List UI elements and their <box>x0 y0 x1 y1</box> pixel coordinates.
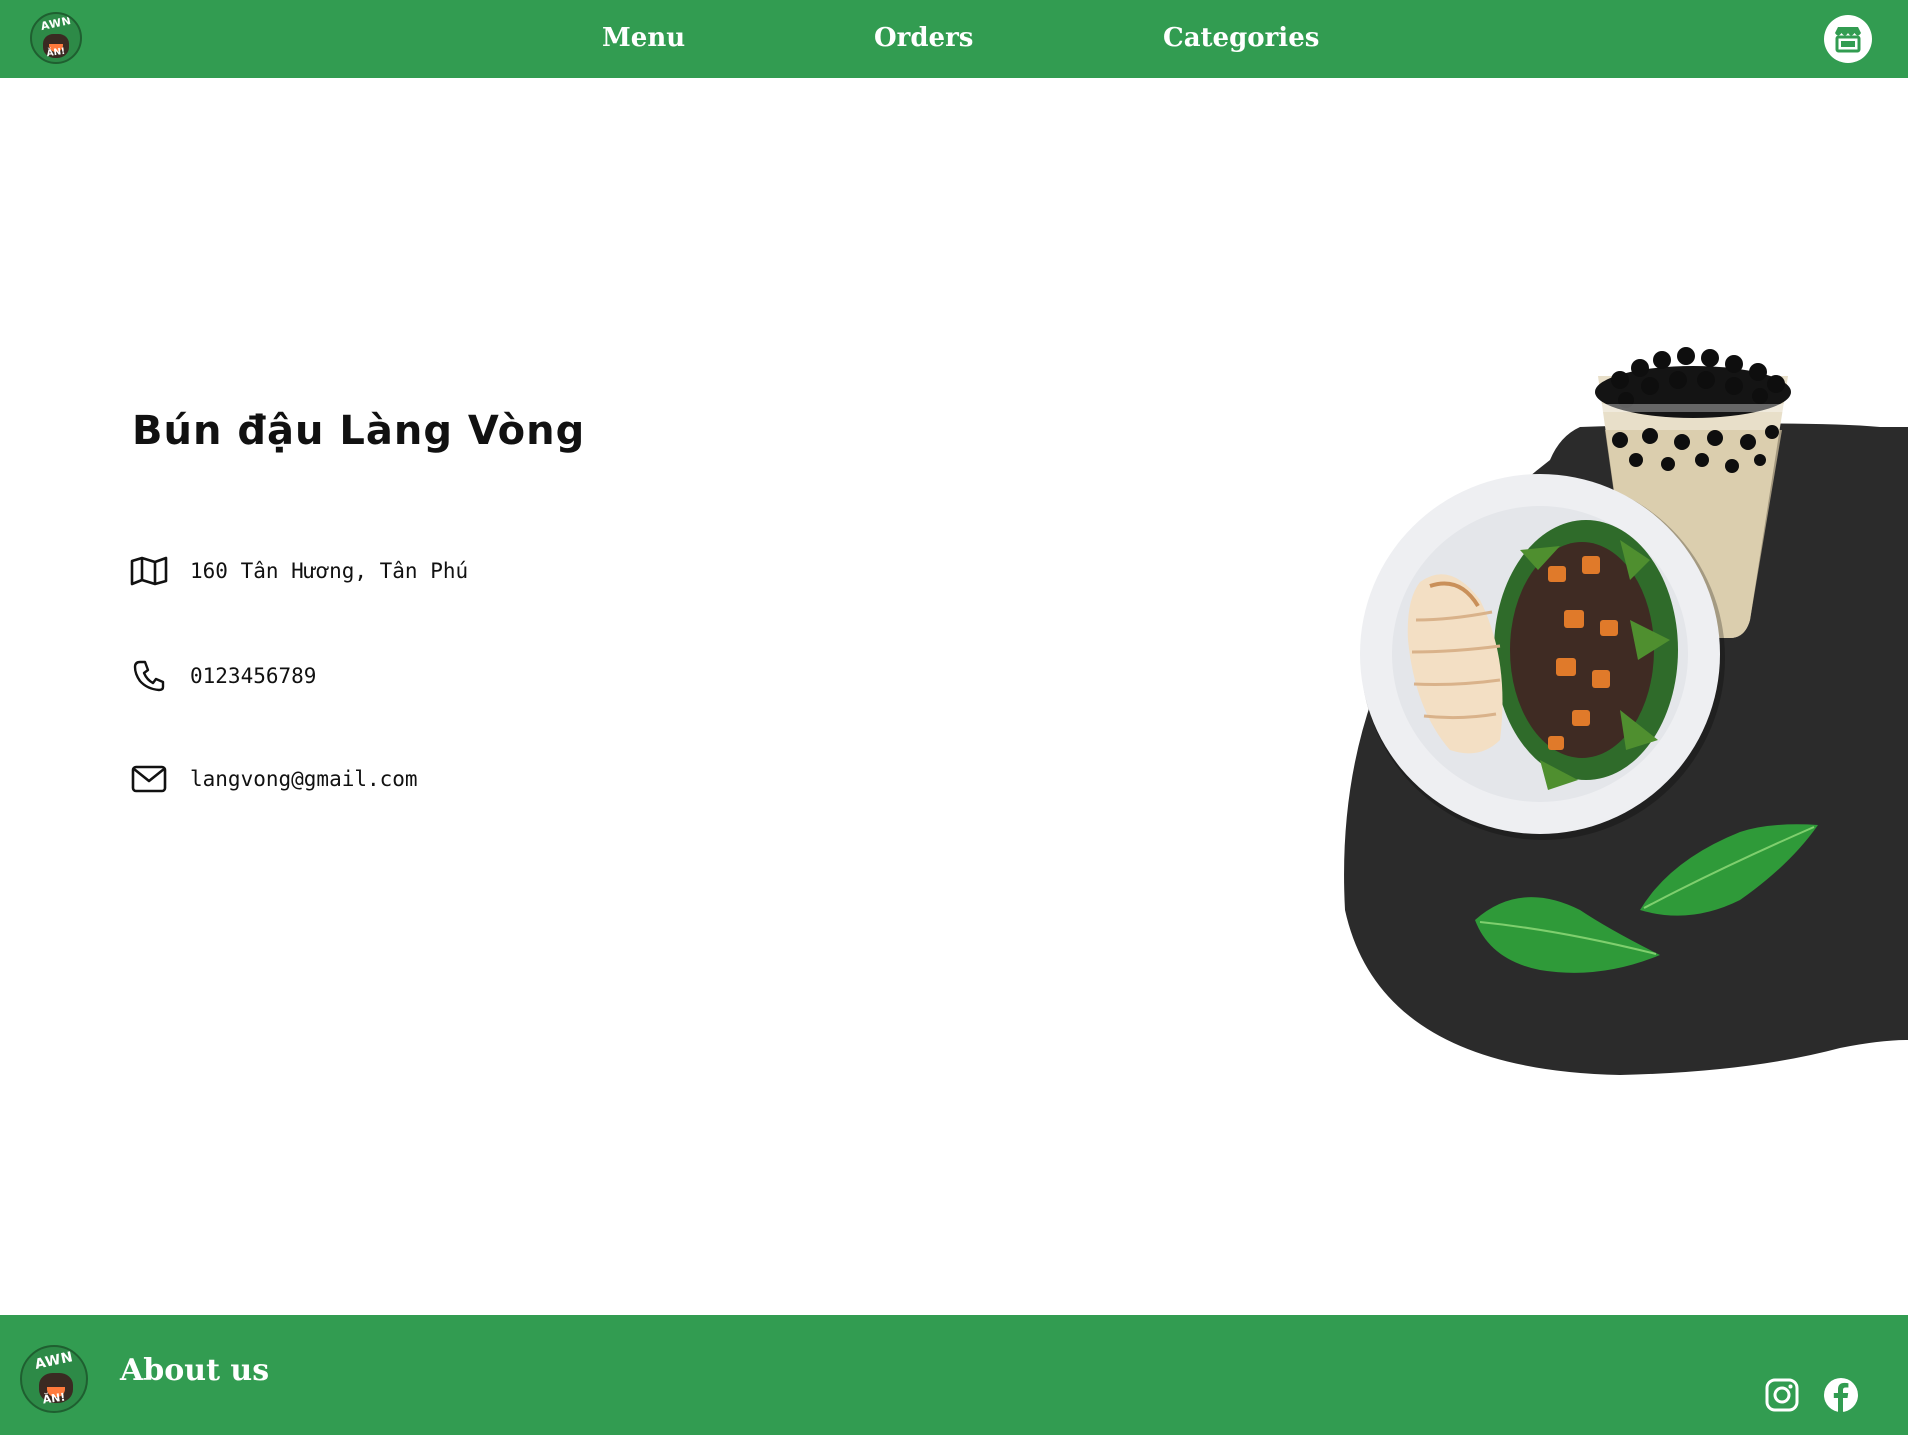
address-row: 160 Tân Hương, Tân Phú <box>130 551 468 591</box>
nav-categories[interactable]: Categories <box>1163 18 1319 58</box>
brand-logo[interactable]: AWN ĂN! <box>30 12 82 64</box>
hero-illustration <box>1320 320 1908 1080</box>
storefront-icon[interactable] <box>1824 15 1872 63</box>
top-nav-bar: AWN ĂN! Menu Orders Categories <box>0 0 1908 78</box>
phone-text: 0123456789 <box>190 664 317 688</box>
logo-text: AWN <box>39 13 73 34</box>
shop-name-heading: Bún đậu Làng Vòng <box>132 408 586 454</box>
instagram-icon[interactable] <box>1764 1377 1800 1413</box>
footer-brand-logo[interactable]: AWN ĂN! <box>20 1345 88 1413</box>
about-us-link[interactable]: About us <box>120 1353 269 1388</box>
facebook-icon[interactable] <box>1823 1377 1859 1413</box>
email-row: langvong@gmail.com <box>130 759 418 799</box>
email-text: langvong@gmail.com <box>190 767 418 791</box>
phone-row: 0123456789 <box>130 656 316 696</box>
address-text: 160 Tân Hương, Tân Phú <box>190 559 469 583</box>
salad-plate-image <box>1360 474 1725 840</box>
nav-orders[interactable]: Orders <box>874 18 973 58</box>
phone-icon <box>130 657 168 695</box>
footer-bar: AWN ĂN! About us <box>0 1315 1908 1435</box>
footer-logo-text: AWN <box>33 1349 75 1373</box>
footer-logo-subtext: ĂN! <box>41 1390 67 1407</box>
map-icon <box>130 552 168 590</box>
nav-menu[interactable]: Menu <box>602 18 685 58</box>
mail-icon <box>130 760 168 798</box>
logo-subtext: ĂN! <box>46 46 66 60</box>
